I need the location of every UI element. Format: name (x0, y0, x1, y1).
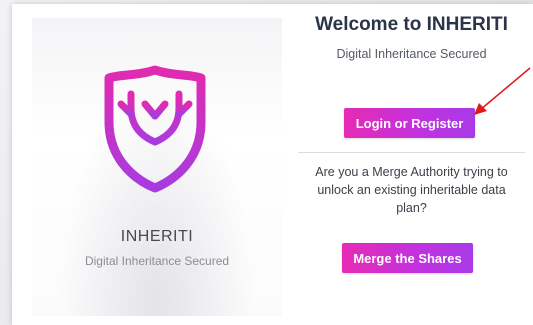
page-subtitle: Digital Inheritance Secured (336, 47, 487, 61)
brand-name: INHERITI (120, 228, 194, 245)
welcome-dialog: INHERITI Digital Inheritance Secured Wel… (12, 4, 533, 325)
page-title: Welcome to INHERITI (315, 14, 508, 35)
brand-tagline: Digital Inheritance Secured (84, 254, 230, 268)
shield-tree-icon (103, 64, 207, 194)
merge-shares-button[interactable]: Merge the Shares (342, 243, 473, 273)
divider (298, 152, 525, 153)
annotation-arrow-icon (474, 67, 531, 115)
brand-panel: INHERITI Digital Inheritance Secured (32, 18, 282, 316)
login-register-button[interactable]: Login or Register (344, 108, 475, 138)
merge-authority-prompt: Are you a Merge Authority trying to unlo… (315, 165, 508, 215)
actions-panel: Welcome to INHERITI Digital Inheritance … (290, 4, 533, 325)
